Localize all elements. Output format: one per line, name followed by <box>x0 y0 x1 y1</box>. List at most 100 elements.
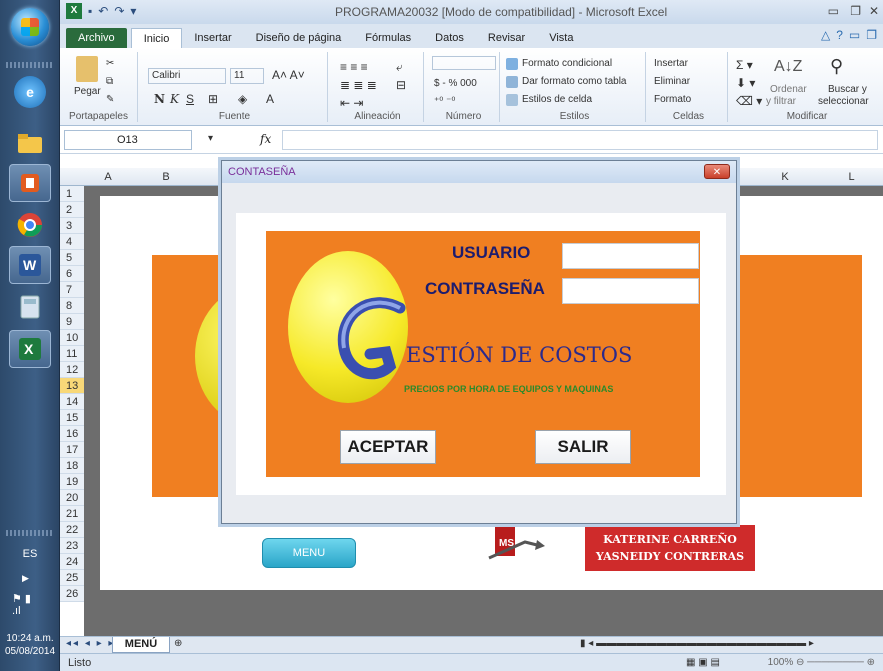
grow-font-icon[interactable]: A˄ A˅ <box>272 68 305 82</box>
column-header[interactable]: B <box>132 168 200 186</box>
column-header[interactable]: A <box>84 168 132 186</box>
row-header[interactable]: 15 <box>60 410 84 426</box>
start-button-icon[interactable] <box>11 8 49 46</box>
align-left-icon[interactable]: ≣ ≣ ≣ <box>340 78 377 92</box>
view-buttons[interactable]: ▦ ▣ ▤ <box>686 657 720 668</box>
row-header[interactable]: 26 <box>60 586 84 602</box>
find-icon[interactable]: ⚲ <box>830 56 843 77</box>
new-sheet-icon[interactable]: ⊕ <box>174 638 182 649</box>
currency-percent-buttons[interactable]: $ - % 000 <box>434 78 477 89</box>
row-header[interactable]: 21 <box>60 506 84 522</box>
calculator-icon[interactable] <box>9 288 51 326</box>
redo-icon[interactable]: ↷ <box>114 4 124 18</box>
number-format-select[interactable] <box>432 56 496 70</box>
row-header[interactable]: 16 <box>60 426 84 442</box>
format-table-button[interactable]: Dar formato como tabla <box>522 76 627 87</box>
namebox-dropdown-icon[interactable]: ▾ <box>208 133 213 144</box>
filter-button[interactable]: y filtrar <box>766 96 796 107</box>
sort-button[interactable]: Ordenar <box>770 84 807 95</box>
customize-qat-icon[interactable]: ▾ <box>130 4 136 18</box>
format-painter-icon[interactable]: ✎ <box>106 94 114 105</box>
tab-diseno-pagina[interactable]: Diseño de página <box>244 28 354 48</box>
formula-input[interactable] <box>282 130 878 150</box>
row-header[interactable]: 17 <box>60 442 84 458</box>
close-window-icon[interactable]: ✕ <box>869 4 879 18</box>
row-header[interactable]: 25 <box>60 570 84 586</box>
row-header[interactable]: 6 <box>60 266 84 282</box>
tab-insertar[interactable]: Insertar <box>182 28 243 48</box>
paste-icon[interactable] <box>76 56 98 82</box>
column-header[interactable]: K <box>750 168 820 186</box>
menu-button[interactable]: MENU <box>262 538 356 568</box>
fx-button[interactable]: fx <box>260 132 271 146</box>
row-header[interactable]: 11 <box>60 346 84 362</box>
chrome-icon[interactable] <box>9 206 51 244</box>
underline-button[interactable]: S <box>186 92 194 106</box>
row-header[interactable]: 19 <box>60 474 84 490</box>
row-header[interactable]: 2 <box>60 202 84 218</box>
horizontal-scrollbar[interactable]: ▮ ◂ ▬▬▬▬▬▬▬▬▬▬▬▬▬▬▬▬▬▬▬▬▬ ▸ <box>580 638 814 649</box>
clock[interactable]: 10:24 a.m. 05/08/2014 <box>0 632 60 658</box>
font-size-select[interactable]: 11 <box>230 68 264 84</box>
tab-vista[interactable]: Vista <box>537 28 585 48</box>
paste-button[interactable]: Pegar <box>74 86 101 97</box>
row-header[interactable]: 22 <box>60 522 84 538</box>
column-header[interactable]: L <box>820 168 883 186</box>
cell-styles-button[interactable]: Estilos de celda <box>522 94 592 105</box>
word-icon[interactable]: W <box>9 246 51 284</box>
row-header-selected[interactable]: 13 <box>60 378 84 394</box>
indent-icon[interactable]: ⇤ ⇥ <box>340 96 363 110</box>
row-header[interactable]: 12 <box>60 362 84 378</box>
select-button[interactable]: seleccionar <box>818 96 869 107</box>
row-header[interactable]: 9 <box>60 314 84 330</box>
copy-icon[interactable]: ⧉ <box>106 76 113 87</box>
row-header[interactable]: 24 <box>60 554 84 570</box>
save-icon[interactable]: ▪ <box>88 4 92 18</box>
row-header[interactable]: 7 <box>60 282 84 298</box>
tab-formulas[interactable]: Fórmulas <box>353 28 423 48</box>
undo-icon[interactable]: ↶ <box>98 4 108 18</box>
conditional-format-button[interactable]: Formato condicional <box>522 58 612 69</box>
excel-logo-icon[interactable]: X <box>66 3 82 19</box>
bold-button[interactable]: N <box>154 92 165 106</box>
tray-icons[interactable]: ⚑ ▮ .ıl <box>12 592 31 617</box>
italic-button[interactable]: K <box>170 92 179 106</box>
workbook-restore-icon[interactable]: ❐ <box>866 28 877 42</box>
help-icon[interactable]: ? <box>836 28 843 42</box>
row-header[interactable]: 20 <box>60 490 84 506</box>
dialog-close-button[interactable]: ✕ <box>704 164 730 179</box>
merge-icon[interactable]: ⊟ <box>396 78 406 92</box>
restore-icon[interactable]: ❐ <box>850 4 861 18</box>
salir-button[interactable]: SALIR <box>535 430 631 464</box>
sheet-tab-menu[interactable]: MENÚ <box>112 637 170 653</box>
find-button[interactable]: Buscar y <box>828 84 867 95</box>
usuario-input[interactable] <box>562 243 699 269</box>
font-color-icon[interactable]: A <box>266 92 274 106</box>
internet-explorer-icon[interactable]: e <box>14 76 46 108</box>
tab-revisar[interactable]: Revisar <box>476 28 537 48</box>
name-box[interactable]: O13 <box>64 130 192 150</box>
aceptar-button[interactable]: ACEPTAR <box>340 430 436 464</box>
minimize-icon[interactable]: ▭ <box>828 4 839 18</box>
row-header[interactable]: 14 <box>60 394 84 410</box>
language-indicator[interactable]: ES <box>0 548 60 560</box>
borders-icon[interactable]: ⊞ <box>208 92 218 106</box>
row-header[interactable]: 8 <box>60 298 84 314</box>
excel-icon[interactable]: X <box>9 330 51 368</box>
workbook-minimize-icon[interactable]: ▭ <box>849 28 860 42</box>
delete-cells-button[interactable]: Eliminar <box>654 76 690 87</box>
sort-filter-icon[interactable]: A↓Z <box>774 58 802 76</box>
row-header[interactable]: 10 <box>60 330 84 346</box>
row-header[interactable]: 18 <box>60 458 84 474</box>
file-explorer-icon[interactable] <box>9 124 51 162</box>
insert-cells-button[interactable]: Insertar <box>654 58 688 69</box>
align-top-icon[interactable]: ≡ ≡ ≡ <box>340 60 368 74</box>
tab-datos[interactable]: Datos <box>423 28 476 48</box>
row-header[interactable]: 4 <box>60 234 84 250</box>
office-icon[interactable] <box>9 164 51 202</box>
fill-icon[interactable]: ⬇ ▾ <box>736 76 755 90</box>
wrap-text-icon[interactable]: ⤶ <box>396 60 403 75</box>
autosum-icon[interactable]: Σ ▾ <box>736 58 753 72</box>
select-all-corner[interactable] <box>60 168 84 186</box>
row-header[interactable]: 3 <box>60 218 84 234</box>
